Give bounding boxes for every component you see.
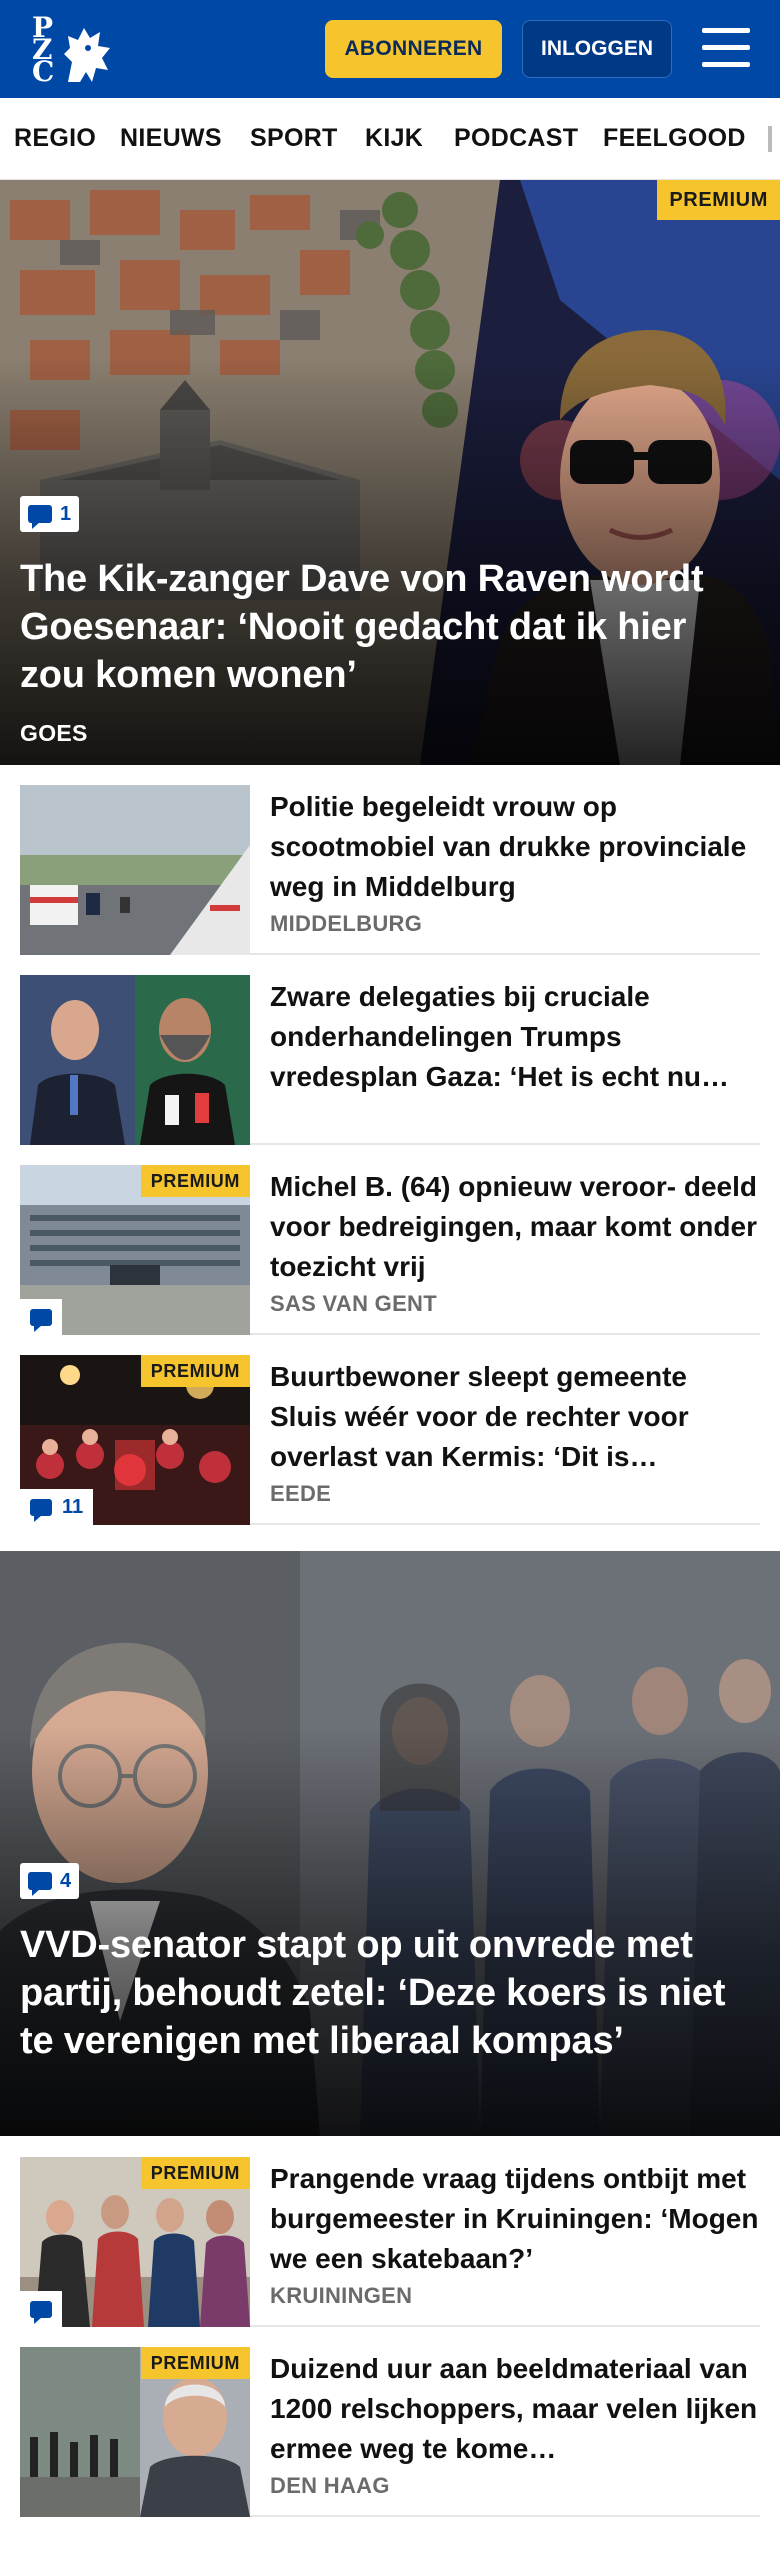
nav-item-sport[interactable]: SPORT (250, 124, 338, 153)
lion-emblem-icon (64, 28, 110, 82)
section-nav: REGIO NIEUWS SPORT KIJK PODCAST FEELGOOD (0, 98, 780, 180)
article-category: SAS VAN GENT (270, 1291, 437, 1316)
hero-article-goes[interactable]: PREMIUM 1 The Kik-zanger Dave von Raven … (0, 180, 780, 765)
premium-badge: PREMIUM (140, 2347, 250, 2379)
article-headline[interactable]: Politie begeleidt vrouw op scootmobiel v… (270, 787, 760, 907)
article-thumbnail: PREMIUM (20, 2347, 250, 2517)
comment-icon (28, 505, 52, 529)
article-headline[interactable]: Michel B. (64) opnieuw veroor- deeld voo… (270, 1167, 760, 1287)
nav-item-regio[interactable]: REGIO (14, 124, 96, 153)
hero-article-vvd[interactable]: 4 VVD-senator stapt op uit onvrede met p… (0, 1551, 780, 2136)
logo-letter-c: C (32, 55, 55, 88)
list-item[interactable]: Politie begeleidt vrouw op scootmobiel v… (20, 765, 760, 955)
article-thumbnail (20, 975, 250, 1145)
nav-item-kijk[interactable]: KIJK (365, 124, 423, 153)
article-thumbnail: PREMIUM (20, 1165, 250, 1335)
article-category: EEDE (270, 1481, 332, 1506)
article-category: MIDDELBURG (270, 911, 423, 936)
list-item[interactable]: PREMIUM Duizend uur aan beeldmateriaal v… (20, 2327, 760, 2517)
hero-headline[interactable]: VVD-senator stapt op uit onvrede met par… (20, 1921, 760, 2065)
comment-icon (30, 1498, 52, 1522)
article-headline[interactable]: Prangende vraag tijdens ontbijt met burg… (270, 2159, 760, 2279)
top-bar: P Z C ABONNEREN INLOGGEN (0, 0, 780, 98)
comment-count: 1 (60, 502, 72, 525)
hero-category: GOES (20, 720, 88, 746)
comment-count-badge[interactable] (20, 1299, 62, 1335)
premium-badge: PREMIUM (140, 2157, 250, 2189)
article-thumbnail: PREMIUM 11 (20, 1355, 250, 1525)
nav-item-podcast[interactable]: PODCAST (454, 124, 578, 153)
article-category: KRUININGEN (270, 2283, 413, 2308)
comment-count: 11 (62, 1495, 84, 1518)
article-headline[interactable]: Buurtbewoner sleept gemeente Sluis wéér … (270, 1357, 760, 1477)
comment-count-badge[interactable]: 4 (20, 1863, 80, 1899)
subscribe-button[interactable]: ABONNEREN (325, 20, 502, 78)
article-thumbnail (20, 785, 250, 955)
premium-badge: PREMIUM (140, 1165, 250, 1197)
premium-badge: PREMIUM (657, 180, 780, 220)
article-headline[interactable]: Zware delegaties bij cruciale onderhande… (270, 977, 760, 1097)
article-headline[interactable]: Duizend uur aan beeldmateriaal van 1200 … (270, 2349, 760, 2469)
article-thumbnail: PREMIUM (20, 2157, 250, 2327)
list-item[interactable]: PREMIUM 11 Buurtbewoner sleept gemeente … (20, 1335, 760, 1525)
comment-count: 4 (60, 1869, 72, 1892)
nav-item-feelgood[interactable]: FEELGOOD (603, 124, 746, 153)
nav-item-nieuws[interactable]: NIEUWS (120, 124, 222, 153)
article-category: DEN HAAG (270, 2473, 390, 2498)
comment-icon (30, 1308, 52, 1332)
pzc-logo[interactable]: P Z C (28, 12, 116, 88)
hero-headline[interactable]: The Kik-zanger Dave von Raven wordt Goes… (20, 555, 760, 699)
list-item[interactable]: Zware delegaties bij cruciale onderhande… (20, 955, 760, 1145)
nav-overflow-indicator (768, 126, 772, 152)
list-item[interactable]: PREMIUM Prangende vraag tijdens ontbijt … (20, 2137, 760, 2327)
list-item[interactable]: PREMIUM Michel B. (64) opnieuw veroor- d… (20, 1145, 760, 1335)
comment-count-badge[interactable]: 11 (20, 1489, 94, 1525)
comment-count-badge[interactable]: 1 (20, 496, 80, 532)
comment-count-badge[interactable] (20, 2291, 62, 2327)
comment-icon (28, 1872, 52, 1896)
menu-icon[interactable] (700, 26, 752, 70)
premium-badge: PREMIUM (140, 1355, 250, 1387)
comment-icon (30, 2300, 52, 2324)
login-button[interactable]: INLOGGEN (522, 20, 672, 78)
